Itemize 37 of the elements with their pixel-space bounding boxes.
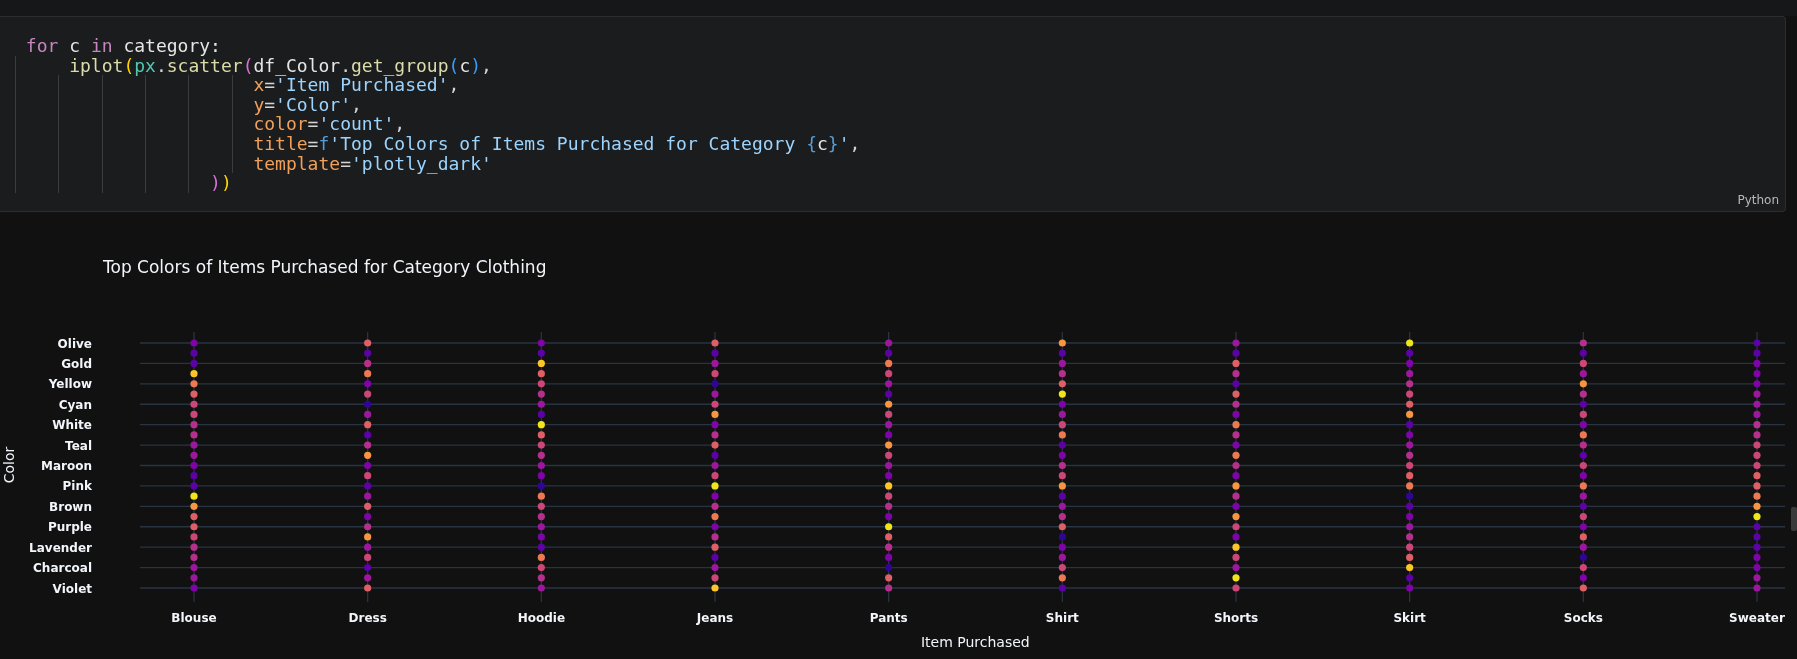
code-line: color='count', [15, 114, 1785, 134]
y-axis-title: Color [1, 446, 17, 484]
y-axis-label: Yellow [48, 377, 92, 392]
code-line: )) [15, 173, 1785, 193]
scrollbar-thumb[interactable] [1791, 507, 1797, 531]
x-axis-label: Jeans [696, 611, 734, 625]
x-axis-title: Item Purchased [920, 634, 1030, 650]
x-axis-label: Pants [869, 611, 908, 625]
x-axis-label: Skirt [1393, 611, 1426, 625]
y-axis-label: Brown [49, 499, 92, 514]
code-line: for c in category: [24, 36, 222, 56]
code-line: template='plotly_dark' [15, 153, 1785, 174]
code-line: title=f'Top Colors of Items Purchased for Category {c}', [15, 133, 1785, 154]
x-axis-label: Shorts [1213, 611, 1259, 625]
x-axis-label: Dress [348, 611, 387, 625]
x-axis-label: Blouse [171, 611, 217, 625]
y-axis-label: Purple [47, 520, 92, 535]
x-axis-label: Hoodie [517, 611, 565, 625]
y-axis-label: Pink [62, 479, 92, 494]
x-axis-label: Shirt [1045, 611, 1079, 625]
y-axis-label: White [52, 418, 92, 433]
y-axis-label: Cyan [58, 397, 92, 412]
code-cell[interactable]: for c in category: iplot(px.scatter(df_Color.get_group(c), x='Item Purchased', y='Color', color='count', title=f'Top Colors of Items Purchased for Category {c}', template='plotly_dark' )) Python [0, 16, 1786, 212]
code-line: y='Color', [15, 94, 1785, 115]
y-axis-label: Gold [61, 356, 92, 371]
language-label: Python [1737, 193, 1779, 207]
code-line: iplot(px.scatter(df_Color.get_group(c), [15, 55, 1785, 76]
y-axis-label: Violet [52, 581, 92, 596]
y-axis-label: Charcoal [33, 561, 92, 576]
x-axis-label: Sweater [1729, 611, 1785, 625]
y-axis-label: Lavender [29, 540, 92, 555]
chart-title: Top Colors of Items Purchased for Category Clothing [103, 257, 547, 277]
y-axis-label: Teal [65, 438, 92, 453]
y-axis-label: Maroon [41, 459, 92, 473]
code-line: x='Item Purchased', [15, 75, 1785, 95]
x-axis-label: Socks [1563, 611, 1603, 625]
y-axis-label: Olive [57, 336, 92, 351]
